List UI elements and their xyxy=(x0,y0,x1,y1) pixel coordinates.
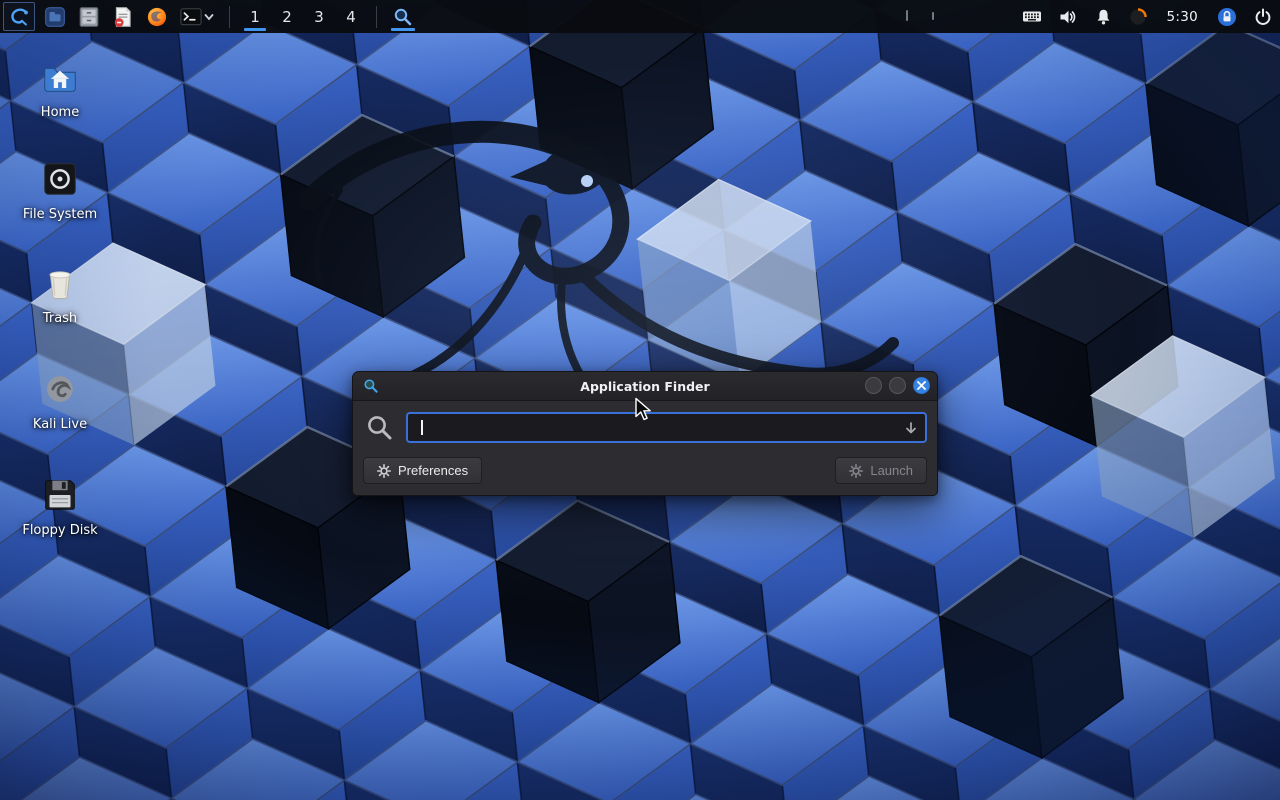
workspace-2-label: 2 xyxy=(282,8,292,26)
tray-indicator-tick xyxy=(906,10,908,21)
logout-icon[interactable] xyxy=(1254,8,1272,26)
launch-button[interactable]: Launch xyxy=(835,457,927,484)
desktop-icon-label: File System xyxy=(23,207,97,222)
launcher-terminal[interactable] xyxy=(174,0,220,33)
floppy-disk-icon xyxy=(39,474,81,516)
app-finder-icon xyxy=(393,7,413,27)
titlebar[interactable]: Application Finder xyxy=(353,372,937,401)
arrow-down-icon[interactable] xyxy=(904,421,918,436)
keyboard-icon[interactable] xyxy=(1022,7,1042,26)
taskbar-application-finder[interactable] xyxy=(386,0,420,33)
workspace-3-label: 3 xyxy=(314,8,324,26)
file-cabinet-icon xyxy=(78,6,100,28)
file-system-icon xyxy=(39,158,81,200)
launcher-firefox[interactable] xyxy=(140,0,174,33)
search-icon xyxy=(366,414,393,441)
panel-separator xyxy=(376,6,377,28)
workspace-3[interactable]: 3 xyxy=(303,0,335,33)
workspace-2[interactable]: 2 xyxy=(271,0,303,33)
kali-live-icon xyxy=(39,368,81,410)
top-panel: 1 2 3 4 xyxy=(0,0,1280,33)
maximize-button[interactable] xyxy=(889,377,906,394)
chevron-down-icon[interactable] xyxy=(204,12,214,22)
applications-menu-button[interactable] xyxy=(0,0,38,33)
launch-label: Launch xyxy=(870,463,913,478)
close-button[interactable] xyxy=(913,377,930,394)
workspace-4-label: 4 xyxy=(346,8,356,26)
terminal-icon xyxy=(180,7,202,27)
desktop-icon-label: Kali Live xyxy=(33,417,87,432)
preferences-label: Preferences xyxy=(398,463,468,478)
clock[interactable]: 5:30 xyxy=(1164,9,1200,25)
close-icon xyxy=(917,381,926,390)
panel-separator xyxy=(229,6,230,28)
files-dark-icon xyxy=(44,6,66,28)
kali-menu-icon xyxy=(3,2,35,31)
home-folder-icon xyxy=(39,56,81,98)
minimize-button[interactable] xyxy=(865,377,882,394)
notifications-icon[interactable] xyxy=(1095,8,1112,26)
launcher-file-manager[interactable] xyxy=(38,0,72,33)
workspace-1-label: 1 xyxy=(250,8,260,26)
text-caret xyxy=(421,420,423,435)
desktop-icon-label: Home xyxy=(41,105,79,120)
search-input-wrap xyxy=(406,412,927,443)
window-title: Application Finder xyxy=(353,379,937,394)
window-app-finder-icon xyxy=(363,378,379,394)
lock-icon[interactable] xyxy=(1217,7,1237,27)
desktop-icon-kali-live[interactable]: Kali Live xyxy=(5,368,115,432)
desktop-icon-trash[interactable]: Trash xyxy=(5,262,115,326)
application-finder-window: Application Finder xyxy=(352,371,938,496)
trash-icon xyxy=(39,262,81,304)
desktop-icon-file-system[interactable]: File System xyxy=(5,158,115,222)
launcher-file-cabinet[interactable] xyxy=(72,0,106,33)
workspace-4[interactable]: 4 xyxy=(335,0,367,33)
launch-icon xyxy=(849,464,863,478)
gear-icon xyxy=(377,464,391,478)
desktop-icon-label: Trash xyxy=(43,311,77,326)
document-badge-icon xyxy=(112,6,134,28)
session-progress-icon[interactable] xyxy=(1129,8,1147,26)
desktop-icon-label: Floppy Disk xyxy=(22,523,97,538)
preferences-button[interactable]: Preferences xyxy=(363,457,482,484)
workspace-1[interactable]: 1 xyxy=(239,0,271,33)
desktop-icon-floppy-disk[interactable]: Floppy Disk xyxy=(5,474,115,538)
firefox-icon xyxy=(146,6,168,28)
tray-indicator-tick xyxy=(932,12,934,20)
launcher-text-editor[interactable] xyxy=(106,0,140,33)
volume-icon[interactable] xyxy=(1059,8,1078,26)
desktop-icon-home[interactable]: Home xyxy=(5,56,115,120)
search-input[interactable] xyxy=(408,414,925,441)
